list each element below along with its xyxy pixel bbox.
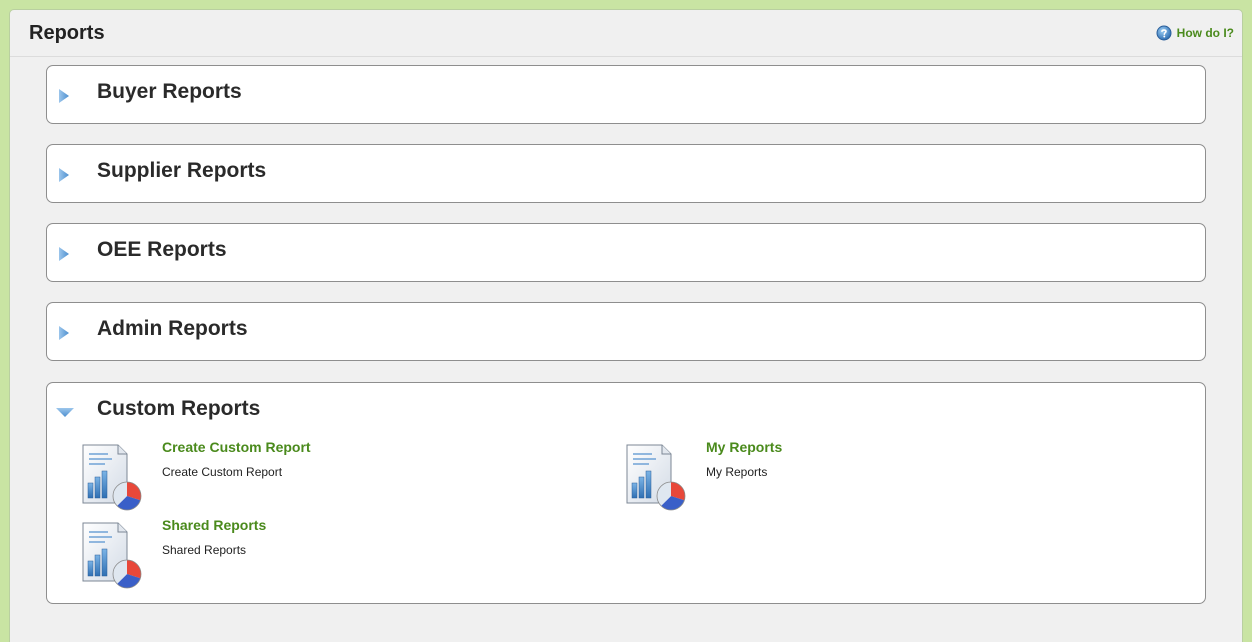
page-title: Reports (29, 22, 105, 44)
triangle-right-icon[interactable] (57, 246, 71, 262)
section-admin-reports: Admin Reports (46, 302, 1206, 361)
report-item-shared-reports: Shared Reports Shared Reports (80, 517, 540, 591)
create-custom-report-link[interactable]: Create Custom Report (162, 439, 311, 455)
section-header-oee-reports[interactable]: OEE Reports (47, 224, 1205, 278)
how-do-i-link[interactable]: How do I? (1156, 25, 1234, 41)
my-reports-link[interactable]: My Reports (706, 439, 782, 455)
triangle-right-icon[interactable] (57, 167, 71, 183)
question-circle-icon (1156, 25, 1172, 41)
section-custom-reports: Custom Reports Create Custom Report Crea… (46, 382, 1206, 604)
my-reports-description: My Reports (706, 465, 768, 479)
section-title: Admin Reports (97, 317, 248, 340)
section-header-buyer-reports[interactable]: Buyer Reports (47, 66, 1205, 120)
report-chart-icon[interactable] (80, 439, 144, 513)
section-header-admin-reports[interactable]: Admin Reports (47, 303, 1205, 357)
section-title: OEE Reports (97, 238, 227, 261)
how-do-i-label: How do I? (1176, 26, 1234, 40)
triangle-down-icon[interactable] (55, 406, 75, 418)
section-title: Custom Reports (97, 397, 261, 420)
section-supplier-reports: Supplier Reports (46, 144, 1206, 203)
section-buyer-reports: Buyer Reports (46, 65, 1206, 124)
section-oee-reports: OEE Reports (46, 223, 1206, 282)
report-item-create-custom-report: Create Custom Report Create Custom Repor… (80, 439, 540, 513)
triangle-right-icon[interactable] (57, 325, 71, 341)
shared-reports-description: Shared Reports (162, 543, 247, 557)
report-item-my-reports: My Reports My Reports (624, 439, 1084, 513)
section-header-supplier-reports[interactable]: Supplier Reports (47, 145, 1205, 199)
section-header-custom-reports[interactable]: Custom Reports (47, 383, 1205, 437)
triangle-right-icon[interactable] (57, 88, 71, 104)
section-title: Supplier Reports (97, 159, 267, 182)
reports-panel: Reports How do I? Buyer Reports Supplier… (9, 9, 1243, 642)
shared-reports-link[interactable]: Shared Reports (162, 517, 266, 533)
panel-header: Reports How do I? (10, 10, 1242, 57)
report-chart-icon[interactable] (80, 517, 144, 591)
create-custom-report-description: Create Custom Report (162, 465, 283, 479)
section-title: Buyer Reports (97, 80, 242, 103)
report-chart-icon[interactable] (624, 439, 688, 513)
